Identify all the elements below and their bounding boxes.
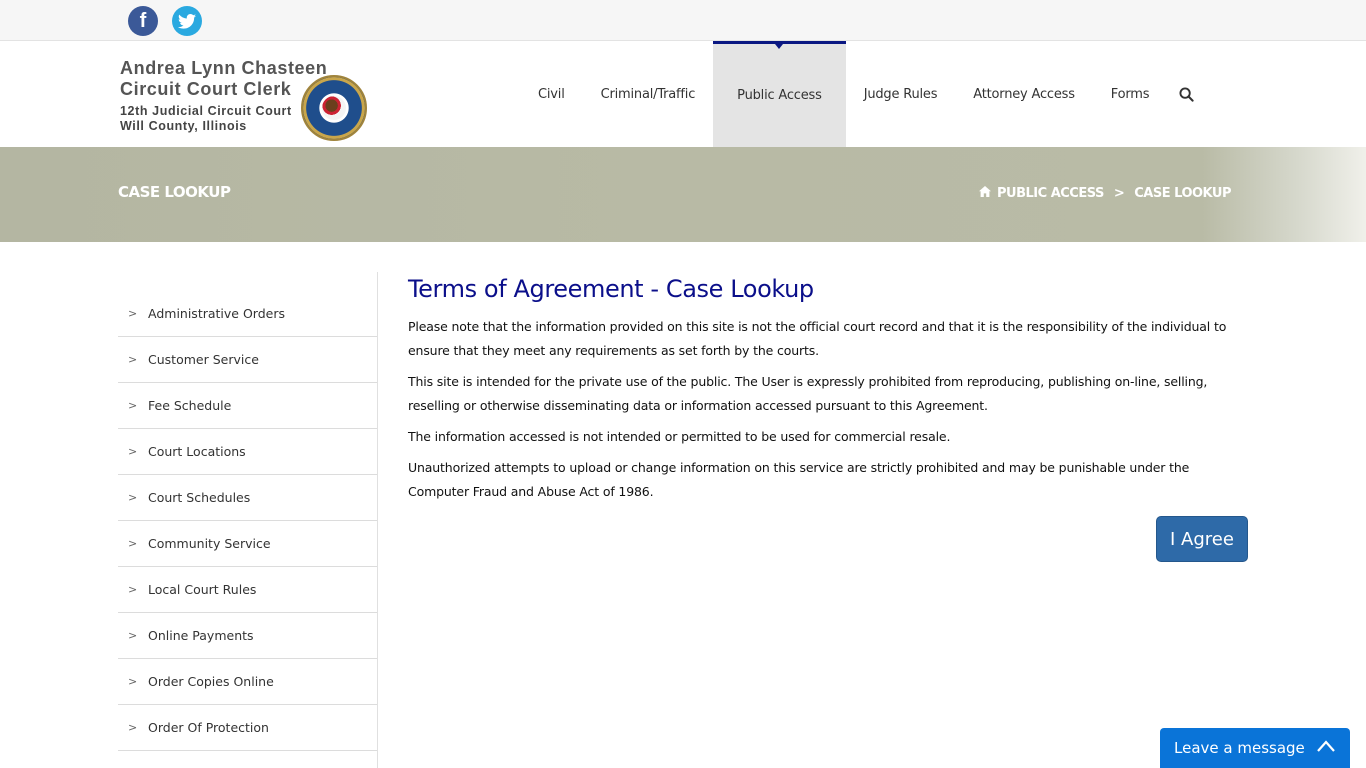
i-agree-button[interactable]: I Agree [1156,516,1248,562]
sidebar-item-label: Community Service [148,536,271,551]
sidebar-item-label: Administrative Orders [148,306,285,321]
breadcrumb-separator: > [1113,186,1125,201]
nav-criminal-traffic[interactable]: Criminal/Traffic [583,41,714,147]
sidebar-item-label: Order Of Protection [148,720,269,735]
sidebar-item-administrative-orders[interactable]: > Administrative Orders [118,291,377,337]
chevron-up-icon[interactable] [1316,739,1336,757]
sidebar-item-local-court-rules[interactable]: > Local Court Rules [118,567,377,613]
sidebar-item-label: Local Court Rules [148,582,257,597]
search-icon[interactable] [1167,41,1206,147]
chevron-right-icon: > [128,721,138,734]
chevron-right-icon: > [128,583,138,596]
terms-paragraph: The information accessed is not intended… [408,429,951,444]
sidebar-item-order-copies-online[interactable]: > Order Copies Online [118,659,377,705]
sidebar-item-label: Order Copies Online [148,674,274,689]
site-header: Andrea Lynn Chasteen Circuit Court Clerk… [0,41,1366,147]
leave-message-widget[interactable]: Leave a message [1160,728,1350,768]
sidebar-item-label: Customer Service [148,352,259,367]
sidebar-item-label: Fee Schedule [148,398,232,413]
terms-paragraph: Please note that the information provide… [408,319,1227,358]
terms-content: Terms of Agreement - Case Lookup Please … [408,275,1253,511]
chevron-right-icon: > [128,307,138,320]
nav-judge-rules[interactable]: Judge Rules [846,41,956,147]
chevron-right-icon: > [128,399,138,412]
sidebar-item-label: Court Locations [148,444,246,459]
nav-public-access[interactable]: Public Access [713,41,846,147]
chevron-right-icon: > [128,537,138,550]
sidebar-item-court-locations[interactable]: > Court Locations [118,429,377,475]
sidebar-item-community-service[interactable]: > Community Service [118,521,377,567]
breadcrumb-public-access[interactable]: PUBLIC ACCESS [997,186,1104,201]
sidebar-item-fee-schedule[interactable]: > Fee Schedule [118,383,377,429]
chat-label: Leave a message [1174,739,1305,757]
site-logo[interactable]: Andrea Lynn Chasteen Circuit Court Clerk… [120,58,370,148]
terms-paragraph: Unauthorized attempts to upload or chang… [408,460,1190,499]
sidebar-item-label: Court Schedules [148,490,251,505]
home-icon[interactable] [979,186,992,201]
court-seal-icon [301,75,367,141]
breadcrumb-case-lookup[interactable]: CASE LOOKUP [1134,186,1231,201]
page-heading: CASE LOOKUP [118,183,231,201]
nav-forms[interactable]: Forms [1093,41,1168,147]
breadcrumb: PUBLIC ACCESS > CASE LOOKUP [979,186,1231,201]
sidebar-item-online-payments[interactable]: > Online Payments [118,613,377,659]
sidebar-item-order-of-protection[interactable]: > Order Of Protection [118,705,377,751]
facebook-icon[interactable]: f [128,6,158,36]
chevron-right-icon: > [128,353,138,366]
nav-civil[interactable]: Civil [520,41,583,147]
chevron-right-icon: > [128,629,138,642]
sidebar-item-customer-service[interactable]: > Customer Service [118,337,377,383]
terms-title: Terms of Agreement - Case Lookup [408,275,814,303]
chevron-right-icon: > [128,675,138,688]
nav-attorney-access[interactable]: Attorney Access [955,41,1093,147]
terms-paragraph: This site is intended for the private us… [408,374,1208,413]
social-bar: f [0,0,1366,41]
main-nav: Civil Criminal/Traffic Public Access Jud… [520,41,1206,147]
sidebar-nav: > Administrative Orders > Customer Service… [118,272,378,768]
twitter-icon[interactable] [172,6,202,36]
chevron-right-icon: > [128,491,138,504]
sidebar-item-label: Online Payments [148,628,254,643]
page-banner: CASE LOOKUP PUBLIC ACCESS > CASE LOOKUP [0,147,1366,242]
sidebar-item-court-schedules[interactable]: > Court Schedules [118,475,377,521]
chevron-right-icon: > [128,445,138,458]
